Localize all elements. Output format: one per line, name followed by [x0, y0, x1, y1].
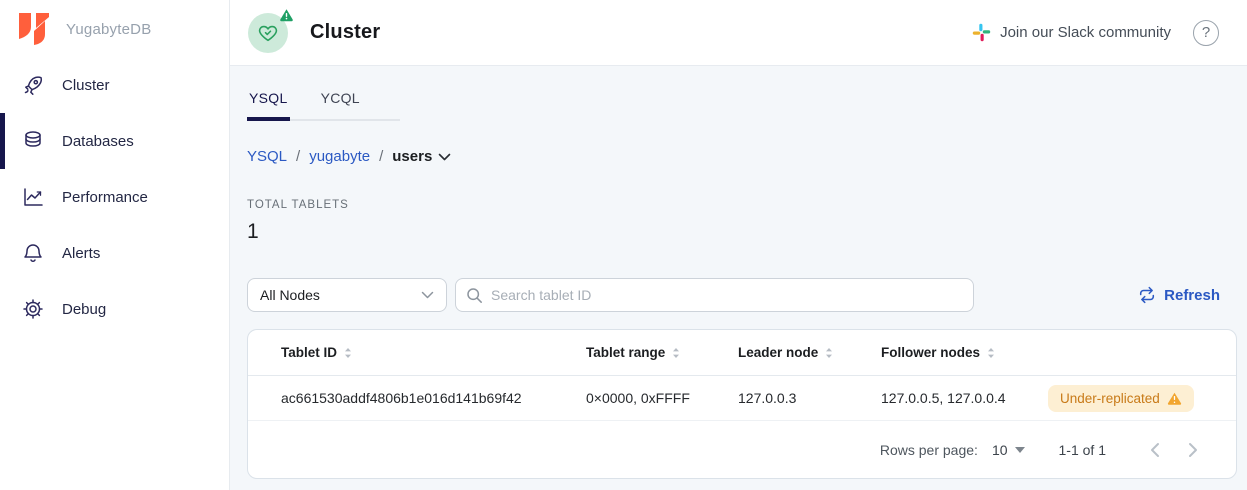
heart-check-icon: [257, 22, 279, 44]
sidebar-item-label: Performance: [62, 189, 148, 206]
status-badge: Under-replicated: [1048, 385, 1194, 412]
cell-tablet-id: ac661530addf4806b1e016d141b69f42: [281, 390, 586, 406]
sort-icon: [343, 347, 353, 359]
sidebar-item-databases[interactable]: Databases: [0, 113, 229, 169]
gear-icon: [21, 297, 45, 321]
cell-leader-node: 127.0.0.3: [738, 390, 881, 406]
total-tablets-label: TOTAL TABLETS: [247, 199, 1238, 211]
refresh-button[interactable]: Refresh: [1138, 286, 1220, 304]
cell-follower-nodes: 127.0.0.5, 127.0.0.4: [881, 390, 1048, 406]
chevron-right-icon: [1188, 442, 1198, 458]
column-header-leader-node[interactable]: Leader node: [738, 345, 881, 360]
sidebar-item-performance[interactable]: Performance: [0, 169, 229, 225]
sidebar-item-label: Databases: [62, 133, 134, 150]
search-input[interactable]: [491, 287, 963, 303]
breadcrumb-table-dropdown[interactable]: users: [392, 148, 451, 165]
next-page-button[interactable]: [1174, 431, 1212, 469]
main-area: Cluster Join our Slack community ?: [230, 0, 1247, 490]
sort-icon: [986, 347, 996, 359]
caret-down-icon: [1015, 447, 1025, 453]
previous-page-button[interactable]: [1136, 431, 1174, 469]
refresh-label: Refresh: [1164, 287, 1220, 304]
brand-header: YugabyteDB: [0, 0, 229, 57]
rows-per-page-value: 10: [992, 442, 1008, 458]
chart-icon: [21, 185, 45, 209]
tab-ycql[interactable]: YCQL: [319, 79, 362, 119]
api-tabs: YSQL YCQL: [247, 79, 400, 121]
pagination-range: 1-1 of 1: [1059, 442, 1106, 458]
table-controls: All Nodes: [247, 278, 1238, 312]
breadcrumb: YSQL / yugabyte / users: [247, 148, 1238, 165]
cell-tablet-range: 0×0000, 0xFFFF: [586, 390, 738, 406]
sidebar: YugabyteDB Cluster: [0, 0, 230, 490]
help-icon[interactable]: ?: [1193, 20, 1219, 46]
sidebar-item-alerts[interactable]: Alerts: [0, 225, 229, 281]
chevron-down-icon: [438, 153, 451, 161]
breadcrumb-separator: /: [379, 148, 383, 165]
column-header-tablet-id[interactable]: Tablet ID: [281, 345, 586, 360]
sidebar-item-label: Alerts: [62, 245, 100, 262]
app-window: YugabyteDB Cluster: [0, 0, 1247, 490]
breadcrumb-table-name: users: [392, 148, 432, 165]
sidebar-item-cluster[interactable]: Cluster: [0, 57, 229, 113]
pagination: Rows per page: 10 1-1 of 1: [248, 421, 1236, 478]
sidebar-item-label: Cluster: [62, 77, 110, 94]
rows-per-page-select[interactable]: 10: [992, 442, 1025, 458]
nodes-filter-value: All Nodes: [260, 287, 320, 303]
sort-icon: [671, 347, 681, 359]
tablet-search: [455, 278, 974, 312]
breadcrumb-database-link[interactable]: yugabyte: [309, 148, 370, 165]
sidebar-item-debug[interactable]: Debug: [0, 281, 229, 337]
slack-community-link[interactable]: Join our Slack community: [972, 23, 1171, 42]
rows-per-page-label: Rows per page:: [880, 442, 978, 458]
table-header-row: Tablet ID Tablet range Leader node Follo…: [248, 330, 1236, 376]
database-icon: [21, 129, 45, 153]
warning-badge-icon: [279, 8, 294, 27]
chevron-left-icon: [1150, 442, 1160, 458]
sort-icon: [824, 347, 834, 359]
status-badge-label: Under-replicated: [1060, 391, 1160, 406]
breadcrumb-root-link[interactable]: YSQL: [247, 148, 287, 165]
brand-name: YugabyteDB: [66, 21, 151, 38]
breadcrumb-separator: /: [296, 148, 300, 165]
cluster-health-avatar: [248, 13, 288, 53]
sidebar-item-label: Debug: [62, 301, 106, 318]
rocket-icon: [21, 73, 45, 97]
refresh-icon: [1138, 286, 1156, 304]
tablets-table-card: Tablet ID Tablet range Leader node Follo…: [247, 329, 1237, 479]
tab-ysql[interactable]: YSQL: [247, 79, 290, 119]
slack-icon: [972, 23, 991, 42]
total-tablets-value: 1: [247, 220, 1238, 244]
yugabytedb-logo-icon: [12, 10, 52, 50]
bell-icon: [21, 241, 45, 265]
page-header: Cluster Join our Slack community ?: [230, 0, 1247, 66]
search-icon: [466, 287, 483, 304]
nodes-filter-select[interactable]: All Nodes: [247, 278, 447, 312]
column-header-tablet-range[interactable]: Tablet range: [586, 345, 738, 360]
chevron-down-icon: [421, 291, 434, 299]
table-row[interactable]: ac661530addf4806b1e016d141b69f42 0×0000,…: [248, 376, 1236, 421]
page-title: Cluster: [310, 21, 380, 44]
header-actions: Join our Slack community ?: [972, 20, 1219, 46]
content: YSQL YCQL YSQL / yugabyte / users TOTAL …: [230, 66, 1247, 479]
slack-link-label: Join our Slack community: [1000, 24, 1171, 41]
column-header-follower-nodes[interactable]: Follower nodes: [881, 345, 1048, 360]
warning-triangle-icon: [1167, 392, 1182, 405]
